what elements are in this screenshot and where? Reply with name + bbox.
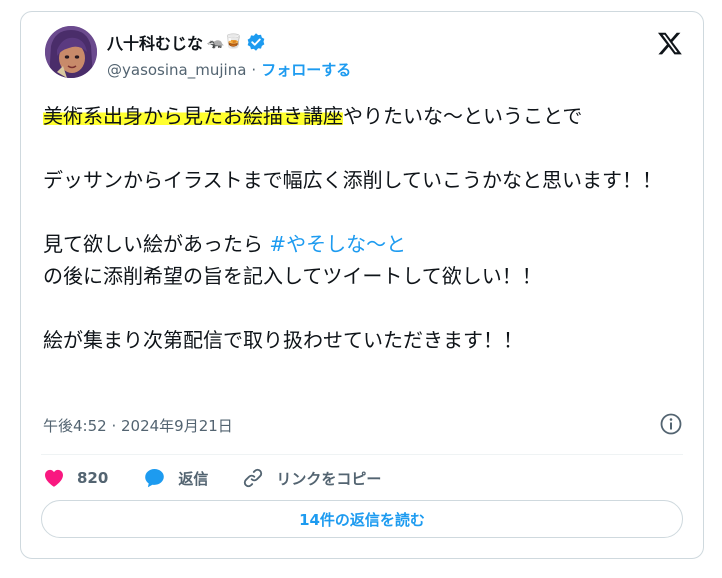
tweet-card: 八十科むじな 🦡🥃 @yasosina_mujina · フォローする 美術系出…	[20, 11, 704, 559]
read-replies-button[interactable]: 14件の返信を読む	[41, 500, 683, 538]
copy-link-label: リンクをコピー	[276, 469, 382, 488]
like-count: 820	[77, 469, 109, 487]
x-logo-icon[interactable]	[657, 30, 683, 56]
reply-label: 返信	[178, 469, 209, 488]
reply-bubble-icon	[145, 469, 165, 488]
author-handle[interactable]: @yasosina_mujina	[107, 61, 246, 79]
hashtag-link[interactable]: #やそしな〜と	[269, 232, 406, 256]
divider	[41, 454, 683, 455]
reply-button[interactable]: 返信	[142, 466, 208, 490]
avatar[interactable]	[45, 26, 97, 78]
tweet-text: 美術系出身から見たお絵描き講座やりたいな〜ということで デッサンからイラストまで…	[43, 100, 683, 356]
tweet-timestamp[interactable]: 午後4:52 · 2024年9月21日	[43, 415, 233, 436]
author-name[interactable]: 八十科むじな	[107, 30, 203, 54]
separator-dot: ·	[251, 60, 257, 79]
tweet-paragraph-3-pre: 見て欲しい絵があったら	[43, 232, 270, 256]
author-name-row: 八十科むじな 🦡🥃	[107, 30, 266, 54]
tweet-paragraph-2: デッサンからイラストまで幅広く添削していこうかなと思います！！	[43, 168, 662, 192]
tweet-line1-rest: やりたいな〜ということで	[343, 104, 583, 128]
follow-button[interactable]: フォローする	[261, 59, 351, 80]
tweet-paragraph-3-post: の後に添削希望の旨を記入してツイートして欲しい！！	[43, 264, 542, 288]
link-icon	[244, 468, 263, 488]
copy-link-button[interactable]: リンクをコピー	[242, 467, 381, 489]
heart-icon	[45, 469, 63, 487]
action-bar: 820 返信 リンクをコピー	[43, 466, 415, 490]
info-icon[interactable]	[659, 412, 683, 436]
verified-badge-icon	[246, 32, 266, 52]
like-button[interactable]: 820	[43, 467, 108, 489]
tweet-paragraph-4: 絵が集まり次第配信で取り扱わせていただきます！！	[43, 328, 523, 352]
author-name-emojis: 🦡🥃	[207, 34, 242, 50]
highlighted-text: 美術系出身から見たお絵描き講座	[43, 104, 343, 128]
author-handle-row: @yasosina_mujina · フォローする	[107, 59, 351, 80]
